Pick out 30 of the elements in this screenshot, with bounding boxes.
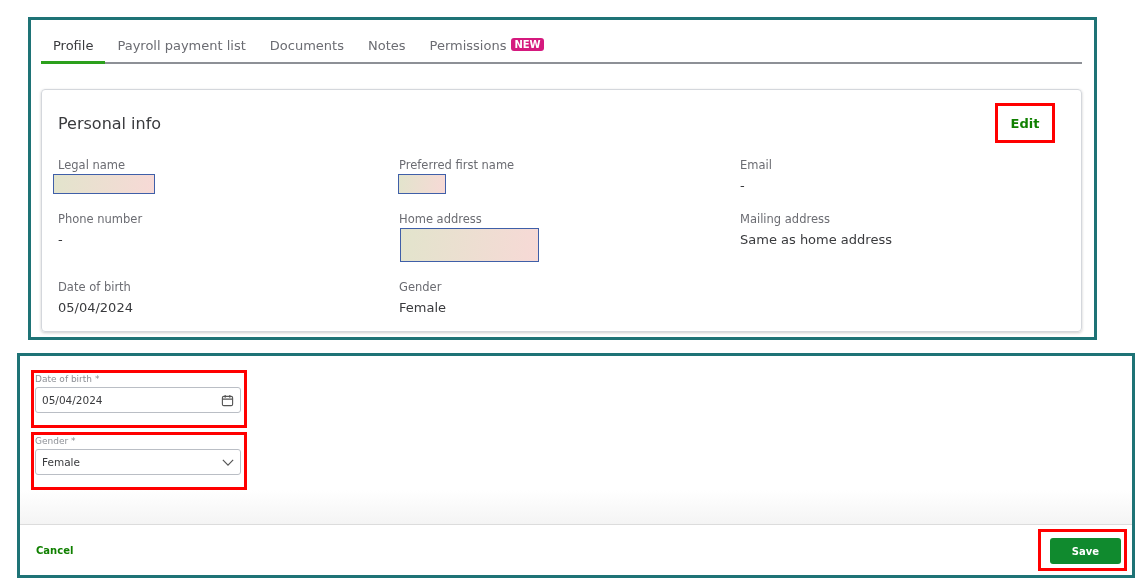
chevron-down-icon [222, 458, 234, 466]
field-label: Gender [399, 280, 443, 294]
redaction-box [398, 174, 446, 194]
date-field[interactable]: 05/04/2024 [35, 387, 241, 413]
field-label: Date of birth [58, 280, 132, 294]
field-label: Email [740, 158, 773, 172]
field-value: Same as home address [740, 232, 893, 247]
field-label: Legal name [58, 158, 127, 172]
calendar-icon [221, 393, 234, 407]
field-label: Date of birth * [35, 374, 101, 384]
tab[interactable]: Notes [355, 34, 418, 64]
field-value: - [740, 178, 746, 193]
tab[interactable]: Profile [41, 34, 106, 64]
field-value: 05/04/2024 [58, 300, 134, 315]
field-value: - [58, 232, 64, 247]
field-label: Mailing address [740, 212, 831, 226]
dropdown[interactable]: Female [35, 449, 241, 475]
field-label: Home address [399, 212, 483, 226]
field-value: Female [399, 300, 447, 315]
new-badge: NEW [511, 38, 544, 51]
tab[interactable]: Documents [257, 34, 356, 64]
field-label: Gender * [35, 436, 77, 446]
field-label: Phone number [58, 212, 144, 226]
section-title: Personal info [58, 113, 162, 133]
save-button[interactable]: Save [1050, 538, 1121, 564]
cancel-link[interactable]: Cancel [36, 544, 74, 556]
edit-button[interactable]: Edit [998, 106, 1052, 140]
tab[interactable]: Permissions NEW [417, 34, 556, 64]
field-label: Preferred first name [399, 158, 516, 172]
tab[interactable]: Payroll payment list [105, 34, 258, 64]
